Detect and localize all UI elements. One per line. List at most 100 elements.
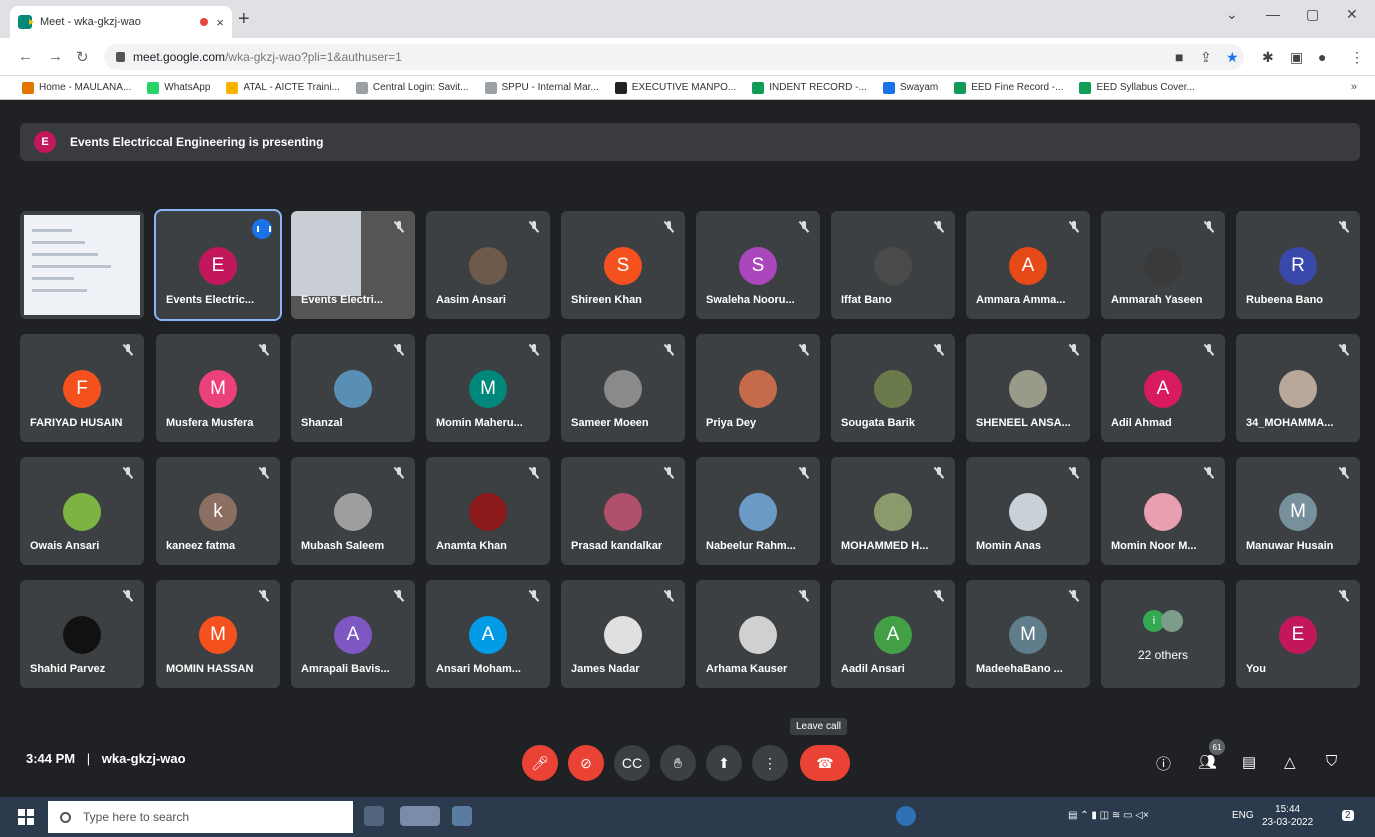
participant-tile[interactable]: i 22 others [1101, 580, 1225, 688]
participant-tile[interactable]: Prasad kandalkar [561, 457, 685, 565]
participant-tile[interactable]: R Rubeena Bano [1236, 211, 1360, 319]
profile-avatar-icon[interactable]: ● [1318, 49, 1326, 65]
share-icon[interactable]: ⇪ [1200, 49, 1212, 66]
mic-muted-icon [528, 467, 540, 479]
bookmark-item[interactable]: EED Fine Record -... [954, 81, 1063, 94]
taskbar-app-icon[interactable] [400, 806, 440, 826]
participant-tile[interactable]: Priya Dey [696, 334, 820, 442]
participant-tile[interactable]: SHENEEL ANSA... [966, 334, 1090, 442]
bookmarks-more-icon[interactable]: » [1351, 81, 1357, 93]
windows-start-icon[interactable] [18, 809, 34, 825]
mic-muted-icon [258, 344, 270, 356]
taskbar-search-input[interactable]: Type here to search [48, 801, 353, 833]
participant-tile[interactable]: Momin Noor M... [1101, 457, 1225, 565]
participant-tile[interactable]: Arhama Kauser [696, 580, 820, 688]
participant-tile[interactable]: A Adil Ahmad [1101, 334, 1225, 442]
more-options-button[interactable]: ⋮ [752, 745, 788, 781]
participant-tile[interactable] [20, 211, 144, 319]
bookmark-item[interactable]: WhatsApp [147, 81, 210, 94]
participant-photo [334, 370, 372, 408]
camera-icon[interactable]: ■ [1175, 49, 1183, 65]
back-icon[interactable]: ← [18, 48, 33, 65]
participant-tile[interactable]: Owais Ansari [20, 457, 144, 565]
leave-call-button[interactable]: ☎︎ [800, 745, 850, 781]
participant-tile[interactable]: Momin Anas [966, 457, 1090, 565]
participant-tile[interactable]: E You [1236, 580, 1360, 688]
bookmark-item[interactable]: EXECUTIVE MANPO... [614, 81, 736, 94]
participant-tile[interactable]: MOHAMMED H... [831, 457, 955, 565]
participant-photo [63, 616, 101, 654]
bookmark-item[interactable]: Central Login: Savit... [355, 81, 469, 94]
url-input[interactable]: meet.google.com /wka-gkzj-wao?pli=1&auth… [104, 44, 1244, 70]
participant-name: Iffat Bano [841, 294, 892, 306]
participant-tile[interactable]: A Amrapali Bavis... [291, 580, 415, 688]
taskbar-clock[interactable]: 15:44 23-03-2022 [1262, 803, 1313, 829]
language-indicator[interactable]: ENG [1232, 810, 1254, 821]
bookmark-item[interactable]: INDENT RECORD -... [752, 81, 867, 94]
reload-icon[interactable]: ↻ [76, 48, 89, 66]
participant-photo [874, 370, 912, 408]
participant-tile[interactable]: E Events Electric... [154, 209, 282, 321]
bookmark-item[interactable]: Home - MAULANA... [22, 81, 131, 94]
chat-icon[interactable]: ▤ [1242, 753, 1256, 771]
participant-tile[interactable]: M MOMIN HASSAN [156, 580, 280, 688]
mic-off-button[interactable]: 🎤︎ [522, 745, 558, 781]
tab-close-icon[interactable]: × [216, 15, 224, 30]
browser-tab-meet[interactable]: Meet - wka-gkzj-wao × [10, 6, 232, 38]
participant-tile[interactable]: Shahid Parvez [20, 580, 144, 688]
camera-off-button[interactable]: ⊘ [568, 745, 604, 781]
menu-kebab-icon[interactable]: ⋮ [1350, 49, 1364, 66]
mic-muted-icon [798, 221, 810, 233]
sidepanel-icon[interactable]: ▣ [1290, 49, 1303, 66]
participant-name: Shanzal [301, 417, 343, 429]
participant-tile[interactable]: M Manuwar Husain [1236, 457, 1360, 565]
activities-icon[interactable]: △ [1284, 753, 1296, 771]
tab-search-icon[interactable]: ⌄ [1226, 6, 1238, 23]
close-window-icon[interactable]: ✕ [1346, 6, 1358, 23]
participant-tile[interactable]: S Shireen Khan [561, 211, 685, 319]
forward-icon[interactable]: → [48, 48, 63, 65]
people-icon[interactable]: 👥︎ [1198, 753, 1217, 771]
bookmark-item[interactable]: EED Syllabus Cover... [1079, 81, 1195, 94]
meeting-info-icon[interactable]: ⓘ [1156, 753, 1171, 774]
participant-tile[interactable]: Iffat Bano [831, 211, 955, 319]
taskbar-app2-icon[interactable] [452, 806, 472, 826]
bookmark-item[interactable]: ATAL - AICTE Traini... [226, 81, 340, 94]
participant-tile[interactable]: Shanzal [291, 334, 415, 442]
host-controls-icon[interactable]: ⛉ [1326, 753, 1337, 770]
participant-tile[interactable]: M Momin Maheru... [426, 334, 550, 442]
participant-tile[interactable]: Mubash Saleem [291, 457, 415, 565]
maximize-icon[interactable]: ▢ [1306, 6, 1319, 23]
participant-tile[interactable]: Anamta Khan [426, 457, 550, 565]
participant-tile[interactable]: Sameer Moeen [561, 334, 685, 442]
tray-icons[interactable]: ▤ ⌃ ▮ ◫ ≋ ▭ ◁× [1068, 810, 1149, 821]
present-button[interactable]: ⬆ [706, 745, 742, 781]
participant-tile[interactable]: A Aadil Ansari [831, 580, 955, 688]
participant-tile[interactable]: Ammarah Yaseen [1101, 211, 1225, 319]
raise-hand-button[interactable]: ✋︎ [660, 745, 696, 781]
participant-tile[interactable]: F FARIYAD HUSAIN [20, 334, 144, 442]
participant-tile[interactable]: 34_MOHAMMA... [1236, 334, 1360, 442]
captions-button[interactable]: CC [614, 745, 650, 781]
participant-tile[interactable]: M MadeehaBano ... [966, 580, 1090, 688]
task-view-icon[interactable] [364, 806, 384, 826]
participant-tile[interactable]: Nabeelur Rahm... [696, 457, 820, 565]
participant-tile[interactable]: k kaneez fatma [156, 457, 280, 565]
notification-count[interactable]: 2 [1342, 810, 1354, 821]
participant-tile[interactable]: S Swaleha Nooru... [696, 211, 820, 319]
participant-tile[interactable]: A Ansari Moham... [426, 580, 550, 688]
new-tab-button[interactable]: + [238, 8, 250, 31]
participant-tile[interactable]: James Nadar [561, 580, 685, 688]
minimize-icon[interactable]: — [1266, 6, 1280, 22]
participant-tile[interactable]: A Ammara Amma... [966, 211, 1090, 319]
taskbar-app3-icon[interactable] [896, 806, 916, 826]
bookmark-item[interactable]: SPPU - Internal Mar... [484, 81, 599, 94]
participant-tile[interactable]: M Musfera Musfera [156, 334, 280, 442]
mic-muted-icon [798, 344, 810, 356]
bookmark-star-icon[interactable]: ★ [1226, 49, 1239, 66]
participant-tile[interactable]: Sougata Barik [831, 334, 955, 442]
participant-tile[interactable]: Aasim Ansari [426, 211, 550, 319]
participant-tile[interactable]: Events Electri... [291, 211, 415, 319]
extensions-icon[interactable]: ✱ [1262, 49, 1274, 66]
bookmark-item[interactable]: Swayam [882, 81, 938, 94]
